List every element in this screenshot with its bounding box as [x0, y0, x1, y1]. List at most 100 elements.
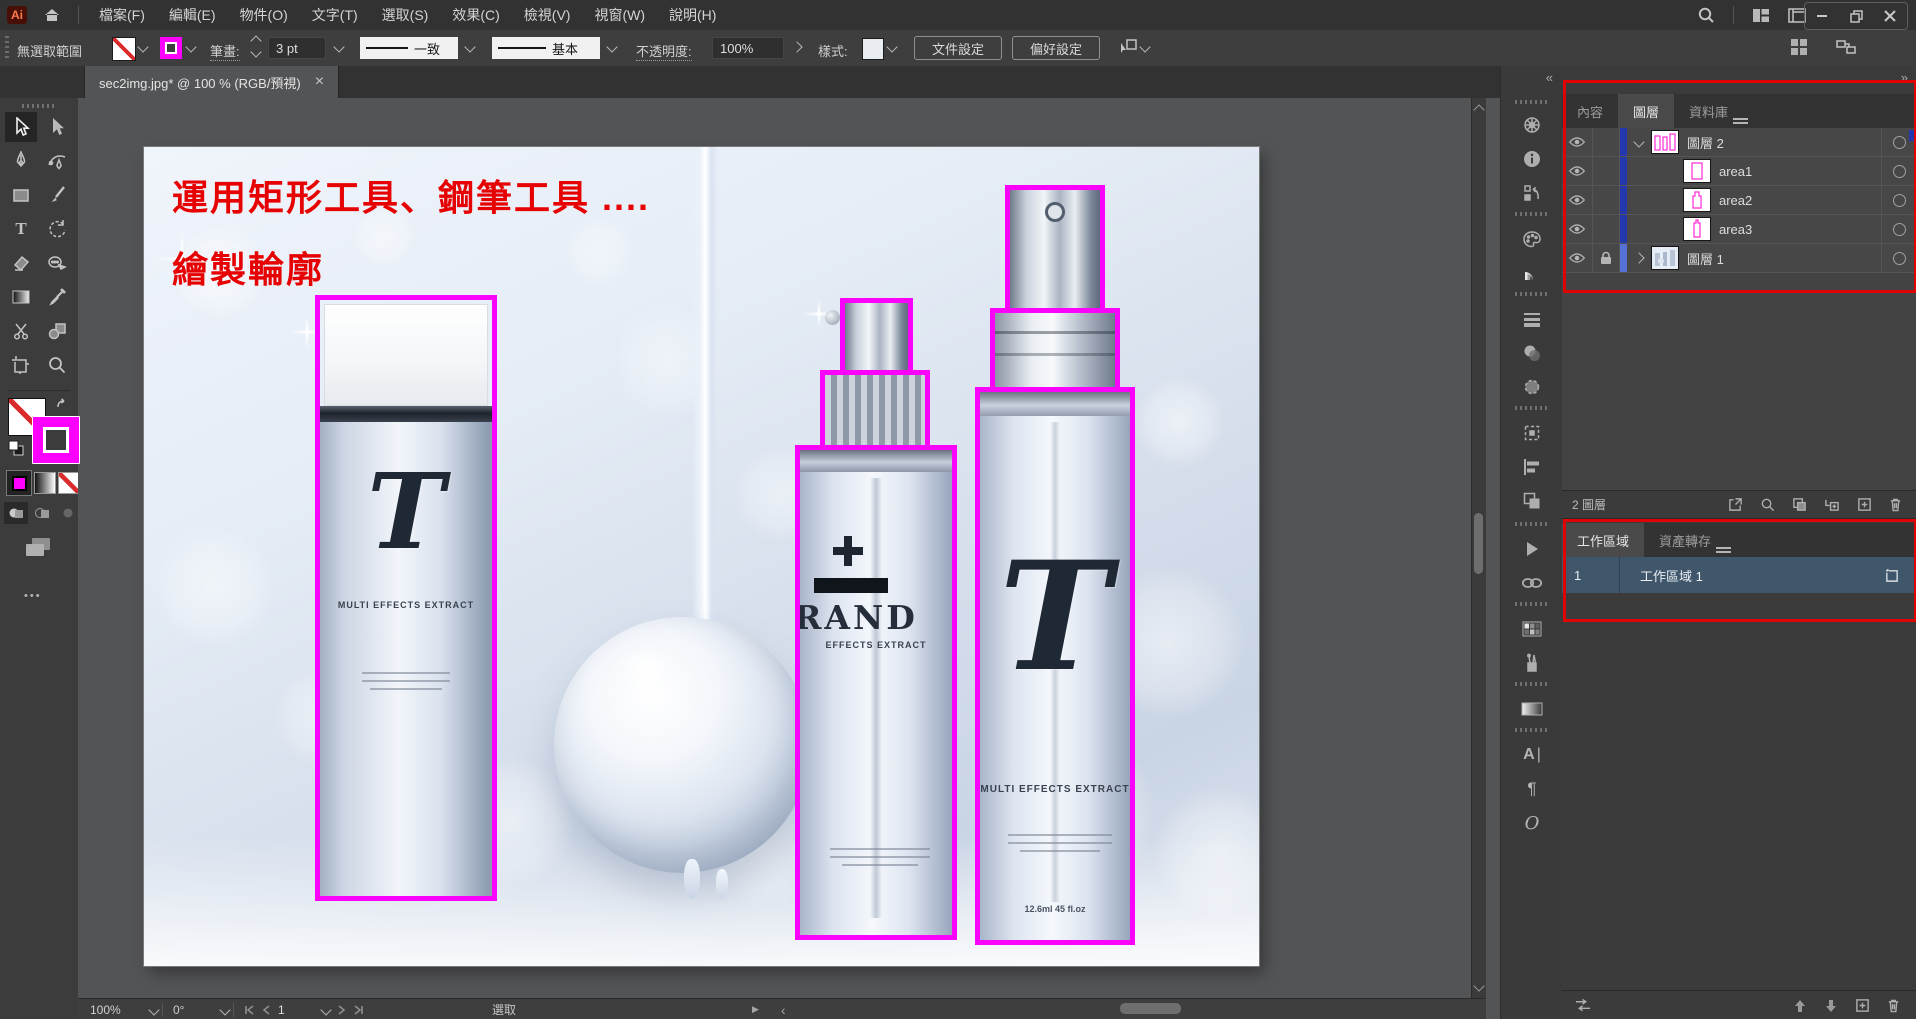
layer-name[interactable]: area1 [1711, 164, 1881, 179]
collect-for-export-icon[interactable] [1728, 497, 1743, 512]
width-profile-dropdown-icon[interactable] [464, 41, 475, 52]
isolate-selection-icon[interactable] [1118, 38, 1149, 56]
artboard[interactable]: 運用矩形工具、鋼筆工具 .... 繪製輪廓 T MULTI EFFECTS EX… [144, 147, 1259, 966]
horizontal-scrollbar[interactable] [792, 999, 1486, 1019]
layer-name[interactable]: area3 [1711, 222, 1881, 237]
artboard-page-icon[interactable] [1884, 568, 1916, 583]
stroke-weight-value[interactable]: 3 pt [268, 37, 326, 59]
tools-panel-gripper[interactable] [22, 104, 56, 108]
layer-row-layer1[interactable]: 圖層 1 [1562, 244, 1916, 273]
menu-item-window[interactable]: 視窗(W) [582, 0, 657, 30]
layer-thumbnail[interactable] [1683, 189, 1711, 211]
pen-tool[interactable] [5, 146, 37, 176]
grid-view-icon[interactable] [1790, 38, 1808, 56]
gradient-panel-icon[interactable] [1516, 694, 1548, 724]
rearrange-artboards-icon[interactable] [1574, 998, 1592, 1013]
tab-properties[interactable]: 內容 [1562, 94, 1618, 128]
bottle-middle-outline[interactable]: RAND EFFECTS EXTRACT [795, 298, 957, 940]
strip-gripper[interactable] [1515, 522, 1549, 526]
canvas-area[interactable]: 運用矩形工具、鋼筆工具 .... 繪製輪廓 T MULTI EFFECTS EX… [78, 98, 1486, 998]
target-icon[interactable] [1881, 215, 1916, 243]
bottle-left-outline[interactable]: T MULTI EFFECTS EXTRACT [315, 295, 497, 901]
swap-fill-stroke-icon[interactable] [56, 398, 70, 413]
shape-builder-tool[interactable] [41, 316, 73, 346]
color-panel-icon[interactable] [1516, 224, 1548, 254]
gradient-tool[interactable] [5, 282, 37, 312]
draw-normal-mode[interactable] [4, 502, 28, 524]
visibility-toggle[interactable] [1562, 186, 1593, 214]
eraser-tool[interactable] [5, 248, 37, 278]
lock-toggle[interactable] [1593, 186, 1620, 214]
transparency-panel-icon[interactable] [1516, 338, 1548, 368]
width-profile-select[interactable]: 一致 [360, 37, 458, 59]
clipping-mask-icon[interactable] [1792, 497, 1807, 512]
collapse-panels-icon[interactable]: » [1901, 70, 1908, 85]
target-icon[interactable] [1881, 244, 1916, 272]
stroke-weight-stepper[interactable] [252, 37, 260, 56]
none-mode-button[interactable] [58, 472, 80, 494]
brush-definition-select[interactable]: 基本 [492, 37, 600, 59]
brush-dropdown-icon[interactable] [606, 41, 617, 52]
search-icon[interactable] [1697, 6, 1715, 24]
document-arrangement-icon[interactable] [1836, 38, 1856, 56]
move-down-icon[interactable] [1824, 999, 1838, 1013]
edit-toolbar-icon[interactable]: ••• [24, 590, 42, 602]
stroke-panel-icon[interactable] [1516, 304, 1548, 334]
horizontal-scroll-thumb[interactable] [1120, 1003, 1181, 1014]
layer-row-area1[interactable]: area1 [1562, 157, 1916, 186]
layer-thumbnail[interactable] [1683, 160, 1711, 182]
color-mode-button[interactable] [6, 470, 32, 496]
info-panel-icon[interactable] [1516, 144, 1548, 174]
tab-layers[interactable]: 圖層 [1618, 94, 1674, 128]
type-tool[interactable]: T [5, 214, 37, 244]
default-fill-stroke-icon[interactable] [8, 440, 24, 459]
navigator-panel-icon[interactable] [1516, 110, 1548, 140]
minimize-button[interactable] [1805, 10, 1839, 22]
style-swatch[interactable] [862, 38, 884, 60]
menu-item-view[interactable]: 檢視(V) [512, 0, 583, 30]
layer-row-area2[interactable]: area2 [1562, 186, 1916, 215]
scroll-down-icon[interactable] [1473, 980, 1484, 991]
last-artboard-icon[interactable] [354, 1005, 364, 1015]
shaper-tool[interactable] [41, 248, 73, 278]
opacity-label[interactable]: 不透明度: [636, 41, 692, 61]
strip-gripper[interactable] [1515, 602, 1549, 606]
strip-gripper[interactable] [1515, 728, 1549, 732]
layer-name[interactable]: 圖層 1 [1679, 249, 1881, 268]
strip-gripper[interactable] [1515, 406, 1549, 410]
color-guide-panel-icon[interactable] [1516, 258, 1548, 288]
direct-selection-tool[interactable] [41, 112, 73, 142]
pathfinder-panel-icon[interactable] [1516, 486, 1548, 516]
locate-object-icon[interactable] [1760, 497, 1775, 512]
close-tab-icon[interactable]: × [315, 73, 324, 91]
lock-icon[interactable] [1593, 244, 1620, 272]
action-history-panel-icon[interactable] [1516, 178, 1548, 208]
selection-options-panel-icon[interactable] [1516, 372, 1548, 402]
tab-artboards[interactable]: 工作區域 [1562, 523, 1644, 557]
paintbrush-tool[interactable] [41, 180, 73, 210]
strip-gripper[interactable] [1515, 212, 1549, 216]
style-dropdown-icon[interactable] [886, 41, 897, 52]
stroke-proxy-swatch[interactable] [32, 416, 80, 464]
layer-thumbnail[interactable] [1651, 247, 1679, 269]
fill-dropdown-icon[interactable] [137, 41, 148, 52]
rotation-select[interactable]: 0° [163, 1003, 233, 1017]
swatches-panel-icon[interactable] [1516, 614, 1548, 644]
visibility-toggle[interactable] [1562, 157, 1593, 185]
artboard-row-name[interactable]: 工作區域 1 [1620, 566, 1703, 585]
visibility-toggle[interactable] [1562, 215, 1593, 243]
target-icon[interactable] [1881, 157, 1916, 185]
rectangle-tool[interactable] [5, 180, 37, 210]
expand-status-icon[interactable]: ▶ [752, 1004, 759, 1015]
tab-asset-export[interactable]: 資產轉存 [1644, 523, 1726, 557]
brushes-panel-icon[interactable] [1516, 648, 1548, 678]
curvature-tool[interactable] [41, 146, 73, 176]
gradient-mode-button[interactable] [34, 472, 56, 494]
close-button[interactable] [1873, 10, 1907, 22]
new-artboard-icon[interactable] [1855, 998, 1870, 1013]
expand-panels-icon[interactable]: « [1546, 70, 1553, 85]
bottle-right-outline[interactable]: T MULTI EFFECTS EXTRACT 12.6ml 45 fl.oz [975, 185, 1135, 945]
layer-row-layer2[interactable]: 圖層 2 [1562, 128, 1916, 157]
menu-item-file[interactable]: 檔案(F) [87, 0, 157, 30]
eyedropper-tool[interactable] [41, 282, 73, 312]
